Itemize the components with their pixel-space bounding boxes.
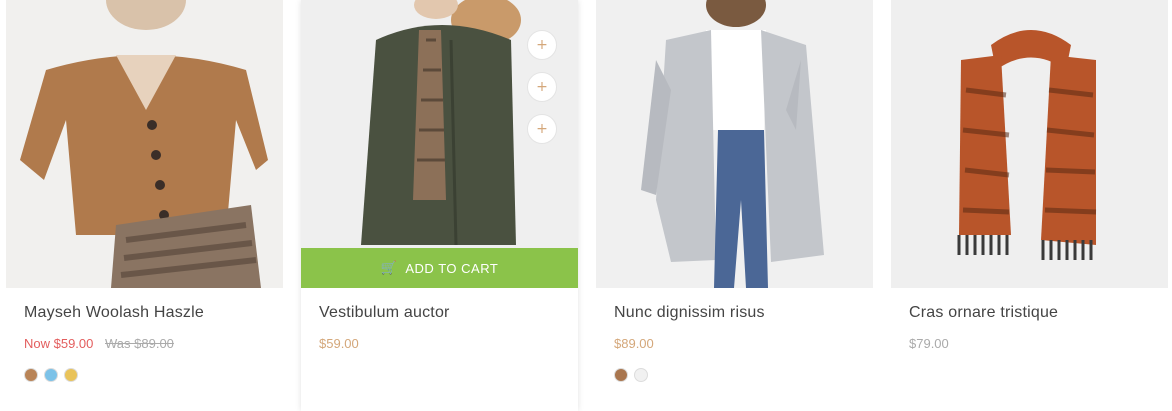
product-price: $59.00 bbox=[319, 336, 359, 351]
plus-icon[interactable]: + bbox=[527, 114, 557, 144]
color-swatch-brown[interactable] bbox=[24, 368, 38, 382]
color-swatch-brown[interactable] bbox=[614, 368, 628, 382]
product-image[interactable] bbox=[596, 0, 873, 288]
add-to-cart-label: ADD TO CART bbox=[405, 260, 499, 276]
sale-price: Now $59.00 bbox=[24, 336, 94, 351]
quick-actions: + + + bbox=[527, 30, 557, 144]
product-card[interactable]: Cras ornare tristique $79.00 bbox=[891, 0, 1168, 411]
product-image[interactable] bbox=[6, 0, 283, 288]
original-price: Was $89.00 bbox=[105, 336, 174, 351]
product-title[interactable]: Vestibulum auctor bbox=[319, 304, 450, 322]
product-card[interactable]: + + + 🛒 ADD TO CART Vestibulum auctor $5… bbox=[301, 0, 578, 411]
price: $59.00 bbox=[319, 336, 359, 351]
product-title[interactable]: Nunc dignissim risus bbox=[614, 304, 765, 322]
plus-icon[interactable]: + bbox=[527, 72, 557, 102]
add-to-cart-button[interactable]: 🛒 ADD TO CART bbox=[301, 248, 578, 288]
product-title[interactable]: Cras ornare tristique bbox=[909, 304, 1058, 322]
product-image[interactable] bbox=[891, 0, 1168, 288]
price: $89.00 bbox=[614, 336, 654, 351]
product-price: $79.00 bbox=[909, 336, 949, 351]
product-card[interactable]: Nunc dignissim risus $89.00 bbox=[596, 0, 873, 411]
cart-icon: 🛒 bbox=[380, 260, 398, 275]
product-grid: Mayseh Woolash Haszle Now $59.00 Was $89… bbox=[6, 0, 1168, 411]
product-title[interactable]: Mayseh Woolash Haszle bbox=[24, 304, 204, 322]
color-swatch-white[interactable] bbox=[634, 368, 648, 382]
color-swatches bbox=[24, 368, 78, 382]
product-card[interactable]: Mayseh Woolash Haszle Now $59.00 Was $89… bbox=[6, 0, 283, 411]
plus-icon[interactable]: + bbox=[527, 30, 557, 60]
product-price: $89.00 bbox=[614, 336, 654, 351]
color-swatch-blue[interactable] bbox=[44, 368, 58, 382]
price: $79.00 bbox=[909, 336, 949, 351]
color-swatches bbox=[614, 368, 648, 382]
color-swatch-yellow[interactable] bbox=[64, 368, 78, 382]
product-price: Now $59.00 Was $89.00 bbox=[24, 336, 174, 351]
